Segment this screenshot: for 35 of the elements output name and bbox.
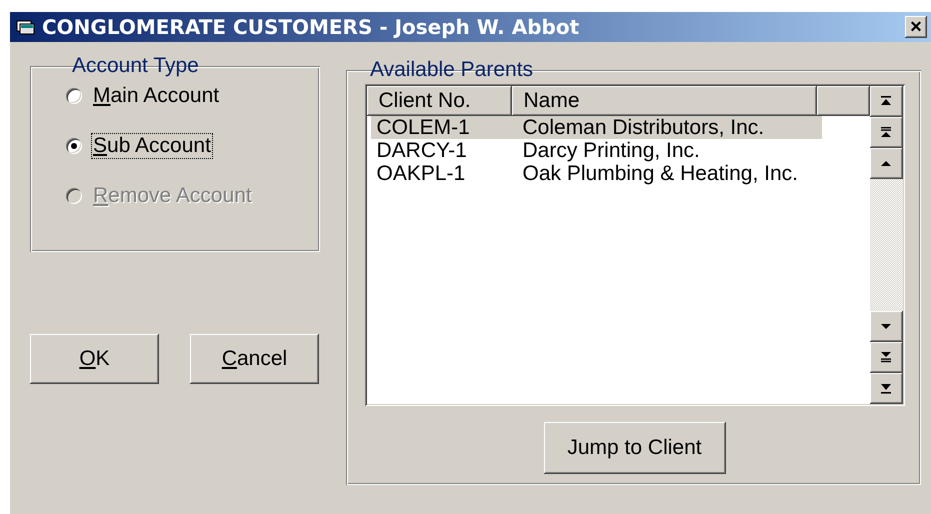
- scroll-top-icon: [879, 95, 893, 108]
- window-icon: [16, 19, 36, 35]
- radio-label[interactable]: Sub Account: [92, 134, 212, 158]
- group-label: Account Type: [71, 54, 200, 78]
- group-label: Available Parents: [369, 58, 534, 82]
- scroll-down-button[interactable]: [870, 311, 902, 342]
- table-cell-text: DARCY-1: [376, 138, 468, 162]
- radio-label[interactable]: Main Account: [92, 84, 220, 108]
- scroll-top-button[interactable]: [870, 86, 902, 117]
- list-row[interactable]: COLEM-1 Coleman Distributors, Inc.: [370, 116, 822, 139]
- ok-button[interactable]: OK: [30, 334, 159, 384]
- table-cell: Darcy Printing, Inc.: [522, 138, 700, 162]
- header-filler: [816, 86, 870, 116]
- radio-button[interactable]: [66, 88, 82, 104]
- list-row[interactable]: OAKPL-1 Oak Plumbing & Heating, Inc.: [370, 162, 822, 185]
- table-cell-text: OAKPL-1: [376, 162, 466, 186]
- table-cell-text: COLEM-1: [376, 116, 471, 140]
- radio-button[interactable]: [66, 138, 82, 154]
- page-down-icon: [879, 351, 893, 364]
- table-cell: Coleman Distributors, Inc.: [522, 116, 764, 140]
- page-down-button[interactable]: [870, 342, 902, 373]
- page-up-button[interactable]: [870, 117, 902, 148]
- table-cell: Oak Plumbing & Heating, Inc.: [522, 162, 798, 186]
- scroll-up-button[interactable]: [870, 148, 902, 179]
- scroll-bottom-icon: [879, 382, 893, 395]
- list-row[interactable]: DARCY-1 Darcy Printing, Inc.: [370, 139, 822, 162]
- column-header[interactable]: Client No.: [366, 86, 512, 116]
- cancel-button[interactable]: Cancel: [190, 334, 319, 384]
- column-header[interactable]: Name: [512, 86, 816, 116]
- window-title: CONGLOMERATE CUSTOMERS - Joseph W. Abbot: [42, 15, 580, 39]
- scroll-bottom-button[interactable]: [870, 373, 902, 404]
- scroll-bar[interactable]: [870, 86, 902, 404]
- page-up-icon: [879, 126, 893, 139]
- close-button[interactable]: ×: [905, 16, 927, 38]
- jump-to-client-button[interactable]: Jump to Client: [544, 422, 726, 474]
